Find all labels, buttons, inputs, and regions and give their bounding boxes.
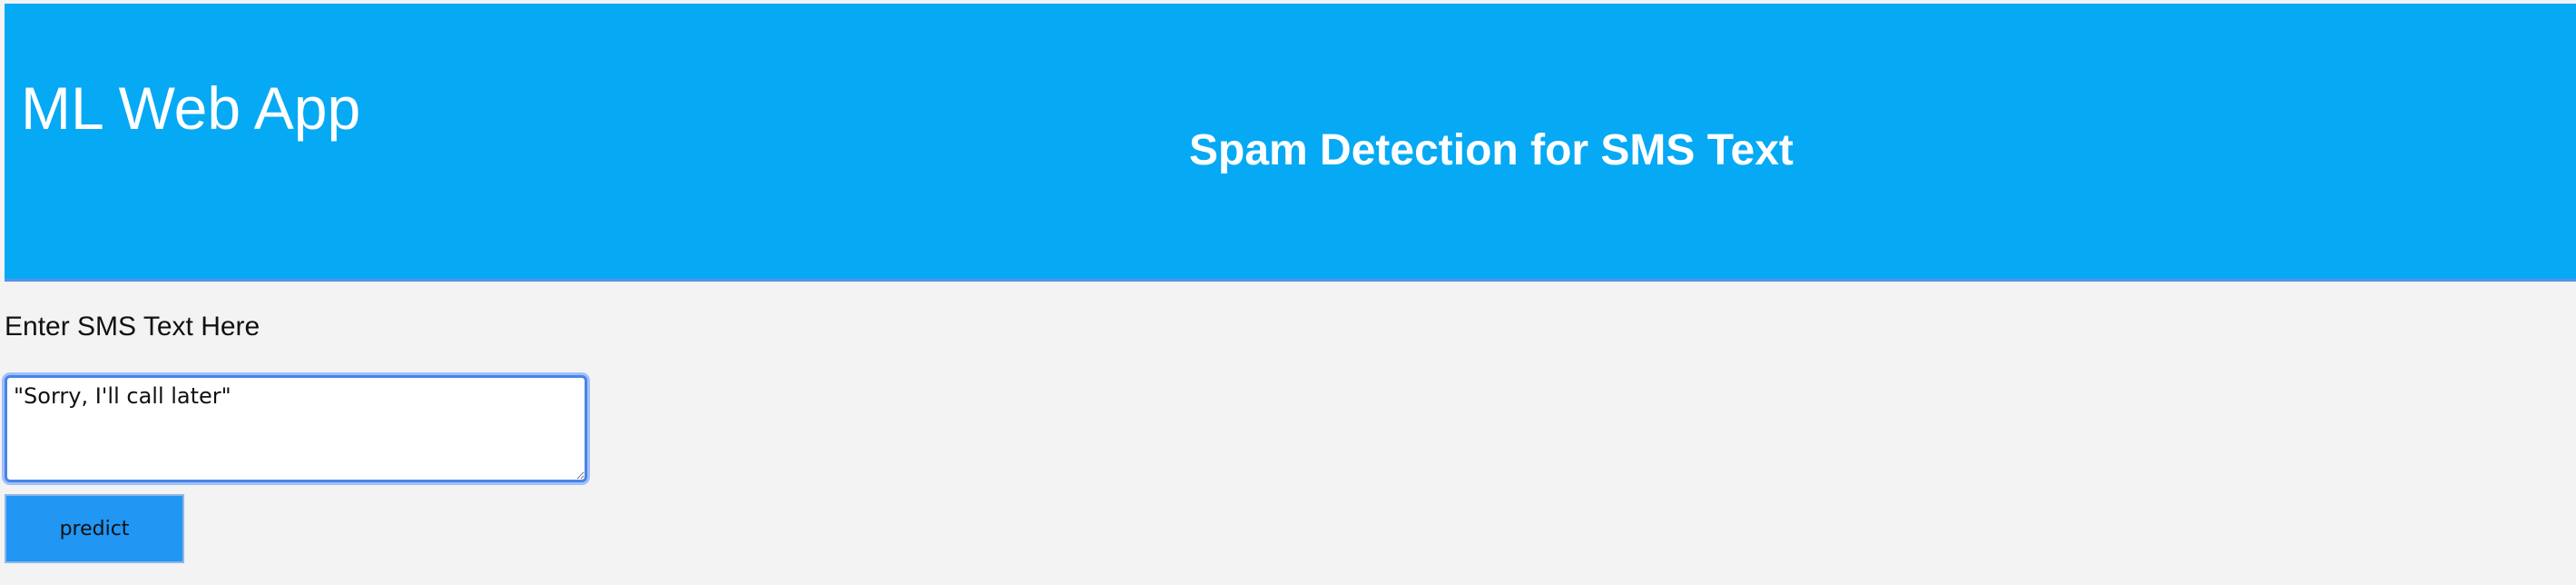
- app-brand: ML Web App: [21, 74, 361, 142]
- predict-button[interactable]: predict: [5, 494, 184, 563]
- page-title: Spam Detection for SMS Text: [1189, 126, 1794, 175]
- sms-text-input[interactable]: "Sorry, I'll call later": [5, 375, 587, 482]
- header-banner: ML Web App Spam Detection for SMS Text: [5, 4, 2576, 282]
- page: ML Web App Spam Detection for SMS Text E…: [0, 0, 2576, 585]
- sms-text-label: Enter SMS Text Here: [5, 312, 261, 342]
